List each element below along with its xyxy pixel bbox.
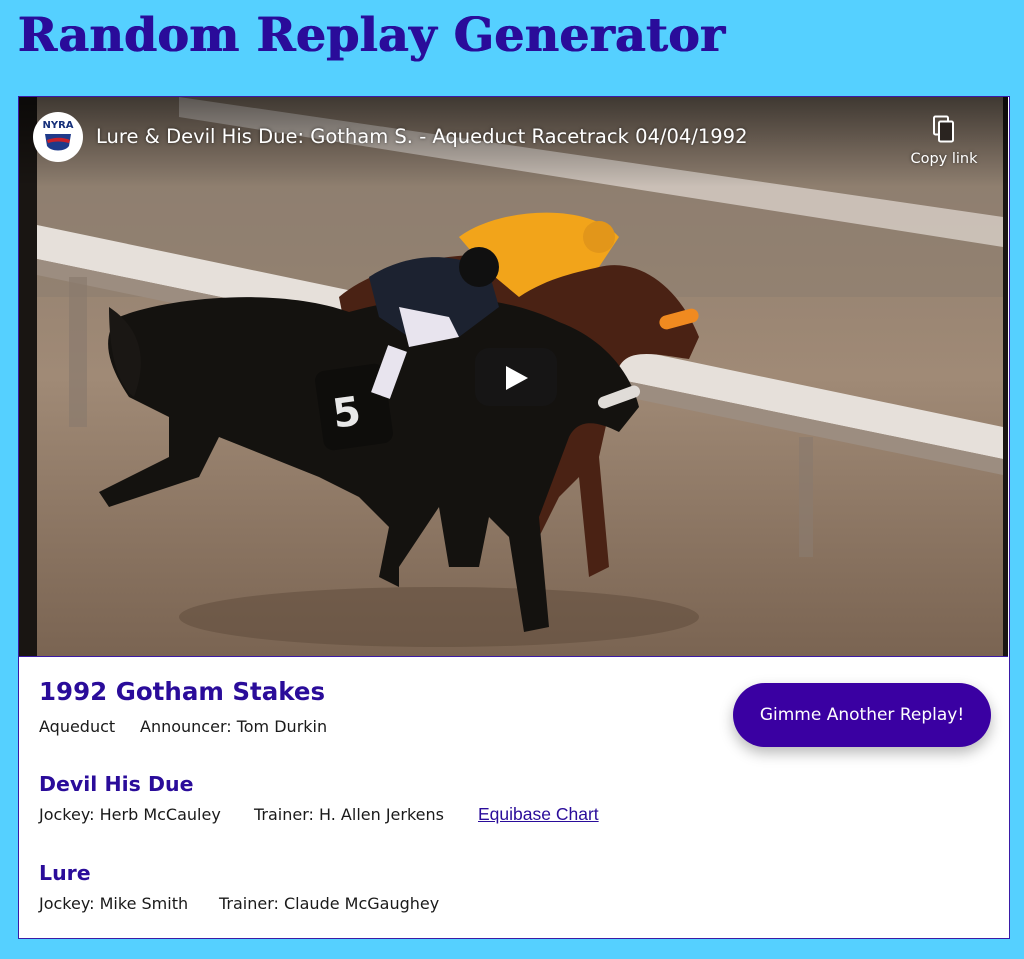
race-announcer: Announcer: Tom Durkin [140, 717, 328, 736]
video-title[interactable]: Lure & Devil His Due: Gotham S. - Aquedu… [96, 125, 747, 148]
play-button[interactable] [475, 348, 557, 406]
replay-card: 5 NYRA Lure & Devil His Due: Gotham S. -… [18, 96, 1010, 939]
runner-up-name: Lure [39, 861, 91, 885]
video-player[interactable]: 5 NYRA Lure & Devil His Due: Gotham S. -… [19, 97, 1008, 657]
play-icon [506, 366, 528, 390]
copy-icon [933, 115, 954, 143]
runner-up-jockey: Jockey: Mike Smith [39, 894, 189, 913]
copy-link-label: Copy link [910, 151, 978, 167]
copy-link-button[interactable]: Copy link [899, 115, 989, 173]
channel-logo[interactable]: NYRA [33, 112, 83, 162]
channel-logo-text: NYRA [42, 120, 74, 131]
race-title: 1992 Gotham Stakes [39, 677, 326, 706]
winner-name: Devil His Due [39, 772, 194, 796]
another-replay-button[interactable]: Gimme Another Replay! [733, 683, 991, 747]
equibase-chart-link[interactable]: Equibase Chart [478, 804, 599, 825]
runner-up-trainer: Trainer: Claude McGaughey [219, 894, 440, 913]
winner-jockey: Jockey: Herb McCauley [39, 805, 221, 824]
page-title: Random Replay Generator [18, 8, 726, 63]
race-track: Aqueduct [39, 717, 116, 736]
winner-trainer: Trainer: H. Allen Jerkens [254, 805, 444, 824]
